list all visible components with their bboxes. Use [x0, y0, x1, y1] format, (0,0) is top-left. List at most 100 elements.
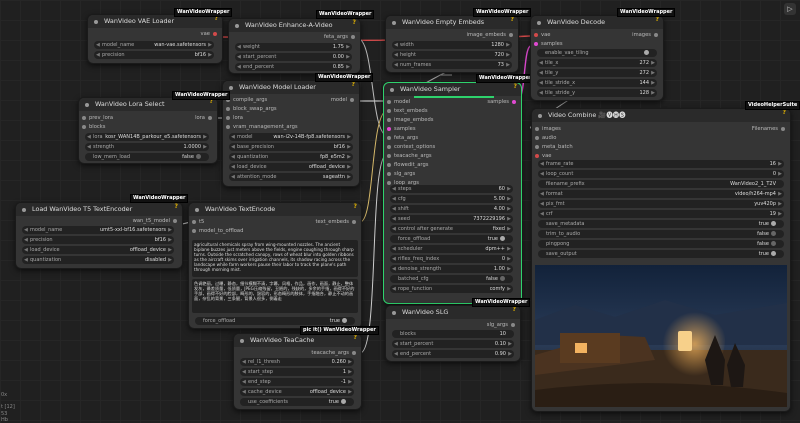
tile-stride-x-widget[interactable]: ◀ tile_stride_x 144 ▶: [537, 79, 657, 87]
images-input[interactable]: images: [532, 125, 561, 133]
batched-cfg-toggle[interactable]: batched_cfg false: [390, 275, 513, 283]
model-to-offload-input[interactable]: model_to_offload: [189, 227, 243, 235]
wan-t5-model-output[interactable]: wan_t5_model: [133, 217, 180, 225]
tile-stride-y-widget[interactable]: ◀ tile_stride_y 128 ▶: [537, 89, 657, 97]
tile-y-widget[interactable]: ◀ tile_y 272 ▶: [537, 69, 657, 77]
low-mem-load-toggle[interactable]: low_mem_load false: [85, 153, 209, 161]
t5-load-device-widget[interactable]: ◀ load_device offload_device ▶: [22, 246, 174, 254]
slg-start-percent-widget[interactable]: ◀ start_percent 0.10 ▶: [392, 340, 514, 348]
meta-batch-input[interactable]: meta_batch: [532, 143, 573, 151]
t5-model-name-widget[interactable]: ◀ model_name umt5-xxl-bf16.safetensors ▶: [22, 226, 174, 234]
decode-samples-input[interactable]: samples: [531, 40, 563, 48]
use-coefficients-toggle[interactable]: use_coefficients true: [240, 398, 354, 406]
vae-loader-node[interactable]: WanVideo VAE Loader ? vae ◀ model_name wan…: [87, 14, 223, 64]
lora-select-node[interactable]: WanVideo Lora Select ? prev_lora blocks …: [78, 97, 218, 164]
model-output[interactable]: model: [331, 96, 357, 104]
trim-to-audio-toggle[interactable]: trim_to_audio false: [538, 230, 784, 238]
positive-prompt-textarea[interactable]: agricultural chemicals spray from wing-m…: [192, 240, 358, 277]
rel-l1-thresh-widget[interactable]: ◀ rel_l1_thresh 0.260 ▶: [240, 358, 354, 366]
help-icon[interactable]: ?: [656, 16, 659, 23]
vram-args-input[interactable]: vram_management_args: [223, 123, 298, 131]
video-preview[interactable]: [535, 265, 787, 407]
height-widget[interactable]: ◀ height 720 ▶: [392, 51, 512, 59]
t5-precision-widget[interactable]: ◀ precision bf16 ▶: [22, 236, 174, 244]
t5-input[interactable]: t5: [189, 218, 204, 226]
model-input[interactable]: model: [384, 98, 410, 106]
help-icon[interactable]: ?: [352, 81, 355, 88]
strength-widget[interactable]: ◀ strength 1.0000 ▶: [85, 143, 209, 151]
cache-device-widget[interactable]: ◀ cache_device offload_device ▶: [240, 388, 354, 396]
prev-lora-input[interactable]: prev_lora: [79, 114, 113, 122]
help-icon[interactable]: ?: [514, 83, 517, 90]
loop-count-widget[interactable]: ◀ loop_count 0 ▶: [538, 170, 784, 178]
samples-output[interactable]: samples: [487, 98, 519, 106]
text-embeds-input[interactable]: text_embeds: [384, 107, 428, 115]
lora-input[interactable]: lora: [223, 114, 243, 122]
start-percent-widget[interactable]: ◀ start_percent 0.00 ▶: [235, 53, 352, 61]
help-icon[interactable]: ?: [354, 334, 357, 341]
help-icon[interactable]: ?: [511, 16, 514, 23]
pingpong-toggle[interactable]: pingpong false: [538, 240, 784, 248]
t5-loader-node[interactable]: Load WanVideo T5 TextEncoder ? wan_t5_mo…: [15, 202, 183, 269]
tile-x-widget[interactable]: ◀ tile_x 272 ▶: [537, 59, 657, 67]
lora-output[interactable]: lora: [195, 114, 215, 122]
help-icon[interactable]: ?: [353, 19, 356, 26]
vae-input[interactable]: vae: [531, 31, 550, 39]
enhance-node[interactable]: WanVideo Enhance-A-Video ? feta_args ◀ we…: [228, 18, 361, 74]
seed-widget[interactable]: ◀ seed 7372229196 ▶: [390, 215, 513, 223]
base-precision-widget[interactable]: ◀ base_precision bf16 ▶: [229, 143, 353, 151]
sampler-node[interactable]: WanVideo Sampler ? samples model text_em…: [383, 82, 522, 304]
blocks-widget[interactable]: blocks 10: [392, 330, 514, 338]
slg-end-percent-widget[interactable]: ◀ end_percent 0.90 ▶: [392, 350, 514, 358]
vae-model-name-widget[interactable]: ◀ model_name wan-vae.safetensors ▶: [94, 41, 214, 49]
vae-precision-widget[interactable]: ◀ precision bf16 ▶: [94, 51, 214, 59]
teacache-args-output[interactable]: teacache_args: [311, 349, 359, 357]
t5-quantization-widget[interactable]: ◀ quantization disabled ▶: [22, 256, 174, 264]
steps-widget[interactable]: ◀ steps 60 ▶: [390, 185, 513, 193]
riflex-freq-index-widget[interactable]: ◀ riflex_freq_index 0 ▶: [390, 255, 513, 263]
empty-embeds-node[interactable]: WanVideo Empty Embeds ? image_embeds ◀ wi…: [385, 15, 519, 73]
play-icon[interactable]: ▷: [784, 3, 796, 15]
filenames-output[interactable]: Filenames: [752, 125, 788, 133]
video-combine-node[interactable]: Video Combine 🎥🅥🅗🅢 ? images audio meta_b…: [531, 108, 791, 412]
text-encode-node[interactable]: WanVideo TextEncode ? t5 model_to_offloa…: [188, 202, 362, 329]
enable-vae-tiling-toggle[interactable]: enable_vae_tiling: [537, 49, 657, 57]
weight-widget[interactable]: ◀ weight 1.75 ▶: [235, 43, 352, 51]
scheduler-widget[interactable]: ◀ scheduler dpm++ ▶: [390, 245, 513, 253]
pix-fmt-widget[interactable]: ◀ pix_fmt yuv420p ▶: [538, 200, 784, 208]
help-icon[interactable]: ?: [513, 306, 516, 313]
denoise-strength-widget[interactable]: ◀ denoise_strength 1.00 ▶: [390, 265, 513, 273]
help-icon[interactable]: ?: [175, 203, 178, 210]
slg-args-input[interactable]: slg_args: [384, 170, 415, 178]
format-widget[interactable]: ◀ format video/h264-mp4 ▶: [538, 190, 784, 198]
help-icon[interactable]: ?: [354, 203, 357, 210]
num-frames-widget[interactable]: ◀ num_frames 73 ▶: [392, 61, 512, 69]
slg-node[interactable]: WanVideo SLG ? slg_args blocks 10 ◀ start_…: [385, 305, 521, 362]
image-embeds-output[interactable]: image_embeds: [467, 31, 516, 39]
shift-widget[interactable]: ◀ shift 4.00 ▶: [390, 205, 513, 213]
feta-args-input[interactable]: feta_args: [384, 134, 418, 142]
end-percent-widget[interactable]: ◀ end_percent 0.85 ▶: [235, 63, 352, 71]
cfg-widget[interactable]: ◀ cfg 5.00 ▶: [390, 195, 513, 203]
rope-function-widget[interactable]: ◀ rope_function comfy ▶: [390, 285, 513, 293]
flowedit-args-input[interactable]: flowedit_args: [384, 161, 428, 169]
model-loader-node[interactable]: WanVideo Model Loader ? compile_args blo…: [222, 80, 360, 187]
text-embeds-output[interactable]: text_embeds: [315, 218, 359, 226]
vae-output[interactable]: vae: [201, 30, 220, 38]
negative-prompt-textarea[interactable]: 色调艳丽，过曝，静态，细节模糊不清，字幕，风格，作品，画作，画面，静止，整体发灰…: [192, 279, 358, 313]
lora-file-widget[interactable]: ◀ lora kosr_WAN14B_parkour_e5.safetensors ▶: [85, 133, 209, 141]
force-offload-toggle[interactable]: force_offload true: [390, 235, 513, 243]
model-widget[interactable]: ◀ model wan-i2v-14B-fp8.safetensors ▶: [229, 133, 353, 141]
save-metadata-toggle[interactable]: save_metadata true: [538, 220, 784, 228]
end-step-widget[interactable]: ◀ end_step -1 ▶: [240, 378, 354, 386]
feta-args-output[interactable]: feta_args: [324, 33, 358, 41]
text-force-offload-toggle[interactable]: force_offload true: [195, 317, 355, 325]
audio-input[interactable]: audio: [532, 134, 556, 142]
crf-widget[interactable]: ◀ crf 19 ▶: [538, 210, 784, 218]
filename-prefix-widget[interactable]: filename_prefix WanVideo2_1_T2V: [538, 180, 784, 188]
control-after-generate-widget[interactable]: ◀ control after generate fixed ▶: [390, 225, 513, 233]
start-step-widget[interactable]: ◀ start_step 1 ▶: [240, 368, 354, 376]
teacache-args-input[interactable]: teacache_args: [384, 152, 432, 160]
frame-rate-widget[interactable]: ◀ frame_rate 16 ▶: [538, 160, 784, 168]
images-output[interactable]: images: [632, 31, 661, 39]
